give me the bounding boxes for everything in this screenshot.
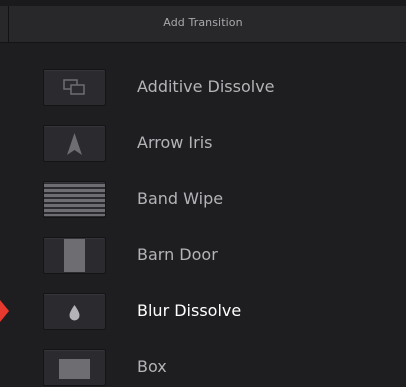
transition-thumbnail (43, 293, 106, 330)
transition-label: Additive Dissolve (137, 77, 275, 96)
dialog-title: Add Transition (163, 16, 243, 29)
transition-label: Blur Dissolve (137, 301, 242, 320)
title-bar: Add Transition (0, 0, 406, 43)
box-icon (59, 359, 90, 379)
transition-label: Box (137, 357, 167, 376)
transition-item-blur-dissolve[interactable]: Blur Dissolve (0, 289, 406, 333)
add-transition-panel: Add Transition Additive Dissolve Arrow I… (0, 0, 406, 387)
horizontal-bands-icon (44, 184, 105, 216)
selection-marker-icon (0, 300, 9, 322)
title-bar-edge (0, 0, 406, 6)
transition-item-barn-door[interactable]: Barn Door (0, 233, 406, 277)
overlapping-rectangles-icon (63, 79, 85, 95)
transition-label: Band Wipe (137, 189, 224, 208)
droplet-icon (69, 305, 80, 321)
transition-item-arrow-iris[interactable]: Arrow Iris (0, 121, 406, 165)
transition-thumbnail (43, 237, 106, 274)
transition-label: Arrow Iris (137, 133, 213, 152)
transition-item-additive-dissolve[interactable]: Additive Dissolve (0, 65, 406, 109)
transition-thumbnail (43, 349, 106, 386)
transition-thumbnail (43, 69, 106, 106)
transition-label: Barn Door (137, 245, 218, 264)
barn-door-icon (64, 239, 85, 272)
transition-item-band-wipe[interactable]: Band Wipe (0, 177, 406, 221)
transition-thumbnail (43, 181, 106, 218)
arrow-up-icon (67, 133, 82, 155)
transition-item-box[interactable]: Box (0, 345, 406, 387)
transition-thumbnail (43, 125, 106, 162)
